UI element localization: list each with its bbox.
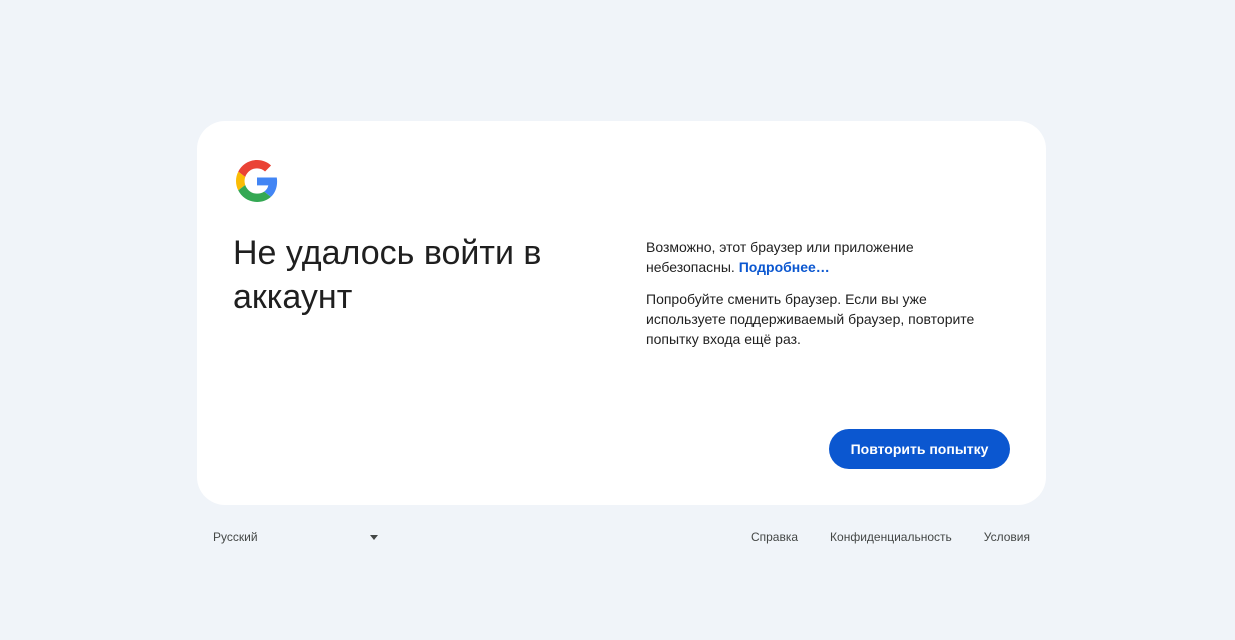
terms-link[interactable]: Условия: [984, 530, 1030, 544]
google-g-icon: [236, 160, 278, 202]
page-title: Не удалось войти в аккаунт: [233, 234, 542, 316]
footer-links: Справка Конфиденциальность Условия: [751, 530, 1030, 544]
privacy-link[interactable]: Конфиденциальность: [830, 530, 952, 544]
sign-in-error-card: Не удалось войти в аккаунт Возможно, это…: [197, 121, 1046, 505]
learn-more-link[interactable]: Подробнее…: [739, 259, 830, 275]
insecure-browser-message: Возможно, этот браузер или приложение не…: [646, 237, 1006, 277]
language-label: Русский: [213, 530, 258, 544]
retry-button[interactable]: Повторить попытку: [829, 429, 1010, 469]
language-select[interactable]: Русский: [213, 528, 381, 546]
help-link[interactable]: Справка: [751, 530, 798, 544]
caret-down-icon: [370, 535, 378, 540]
change-browser-message: Попробуйте сменить браузер. Если вы уже …: [646, 291, 975, 347]
footer: Русский Справка Конфиденциальность Услов…: [197, 520, 1046, 554]
error-description: Возможно, этот браузер или приложение не…: [646, 237, 1006, 361]
